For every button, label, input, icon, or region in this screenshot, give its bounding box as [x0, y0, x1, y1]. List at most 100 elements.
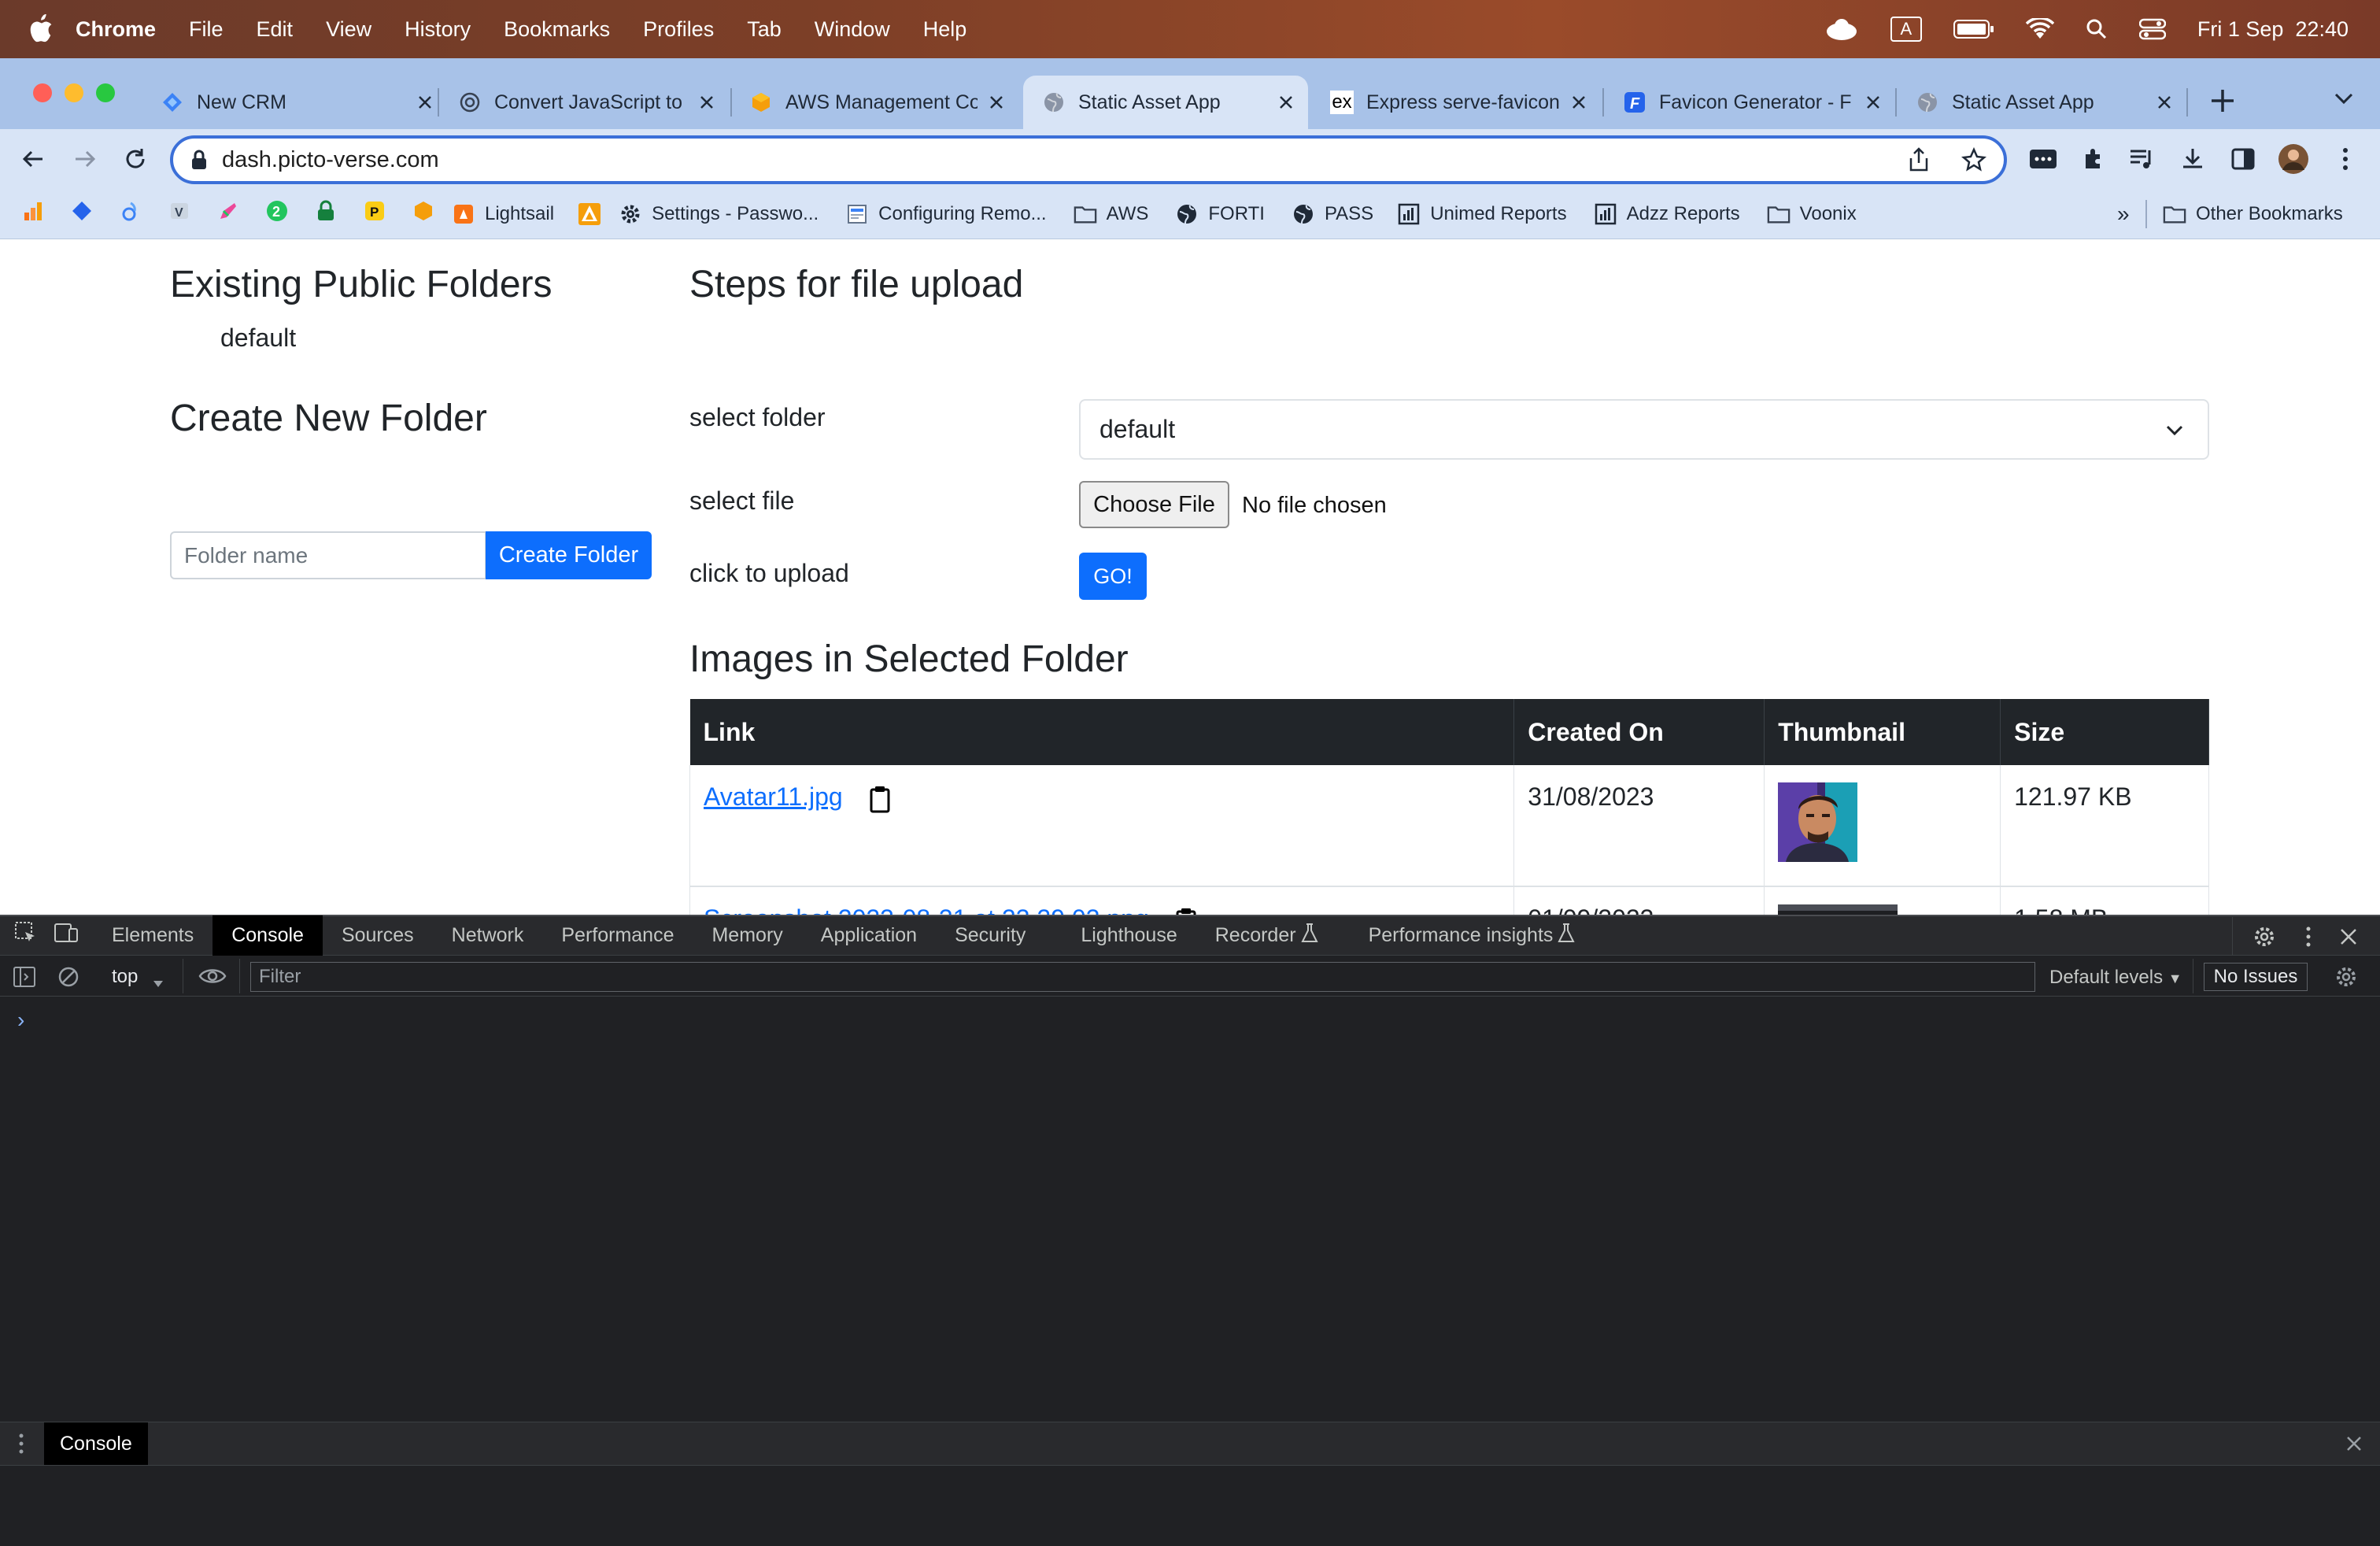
file-link[interactable]: Screenshot 2023-08-31 at 23.29.03.png	[704, 904, 1149, 915]
bookmark-configuring-remote[interactable]: Configuring Remo...	[845, 202, 1047, 226]
bookmark-pass[interactable]: PASS	[1292, 202, 1373, 226]
zoom-window-button[interactable]	[96, 83, 115, 102]
battery-icon[interactable]	[1953, 19, 1994, 39]
password-manager-icon[interactable]	[2027, 143, 2059, 175]
bookmark-forti[interactable]: FORTI	[1175, 202, 1265, 226]
devtools-tab-console[interactable]: Console	[213, 915, 323, 956]
bookmark-other-bookmarks[interactable]: Other Bookmarks	[2163, 202, 2343, 226]
clear-console-icon[interactable]	[57, 965, 80, 994]
close-tab-icon[interactable]	[985, 91, 1007, 113]
devtools-tab-sources[interactable]: Sources	[323, 915, 433, 956]
device-toolbar-icon[interactable]	[54, 921, 79, 950]
tab-static-asset-app[interactable]: Static Asset App	[1916, 76, 2175, 129]
menubar-clock[interactable]: Fri 1 Sep 22:40	[2197, 17, 2349, 42]
new-tab-button[interactable]	[2208, 87, 2237, 119]
context-selector[interactable]: top	[112, 966, 138, 988]
profile-avatar[interactable]	[2278, 143, 2309, 175]
devtools-tab-security[interactable]: Security	[936, 915, 1044, 956]
clipboard-copy-icon[interactable]	[869, 785, 891, 813]
thumbnail-image[interactable]	[1778, 904, 1898, 915]
minimize-window-button[interactable]	[65, 83, 83, 102]
console-sidebar-icon[interactable]	[13, 965, 36, 994]
address-url[interactable]: dash.picto-verse.com	[222, 147, 1908, 173]
close-window-button[interactable]	[33, 83, 52, 102]
back-button[interactable]	[17, 143, 49, 175]
tab-favicon-generator[interactable]: F Favicon Generator - F	[1623, 76, 1884, 129]
close-tab-icon[interactable]	[696, 91, 718, 113]
p-bookmark-icon[interactable]: P	[364, 200, 386, 227]
downloads-icon[interactable]	[2177, 143, 2208, 175]
log-levels-dropdown[interactable]: Default levels ▼	[2049, 967, 2182, 989]
file-link[interactable]: Avatar11.jpg	[704, 782, 843, 811]
bookmark-folder-voonix[interactable]: Voonix	[1767, 202, 1857, 226]
input-source-icon[interactable]: A	[1890, 17, 1922, 42]
tab-static-asset-app-active[interactable]: Static Asset App	[1023, 76, 1308, 129]
lock-bookmark-icon[interactable]	[315, 200, 337, 227]
lock-icon[interactable]	[190, 149, 208, 171]
tab-express-serve-favicon[interactable]: ex Express serve-favicon	[1330, 76, 1590, 129]
go-upload-button[interactable]: GO!	[1079, 553, 1147, 600]
menu-file[interactable]: File	[189, 17, 224, 42]
bookmark-folder-aws[interactable]: AWS	[1074, 202, 1148, 226]
inspect-element-icon[interactable]	[14, 921, 38, 950]
bookmark-star-icon[interactable]	[1961, 147, 1986, 172]
devtools-tab-recorder[interactable]: Recorder	[1196, 915, 1301, 956]
cloud-status-icon[interactable]	[1824, 17, 1859, 41]
thumbnail-image[interactable]	[1778, 782, 1858, 862]
spotlight-search-icon[interactable]	[2086, 18, 2108, 40]
devtools-tab-performance-insights[interactable]: Performance insights	[1350, 915, 1558, 956]
v-bookmark-icon[interactable]: V	[168, 200, 190, 227]
tab-search-chevron-icon[interactable]	[2333, 91, 2355, 111]
analytics-bookmark-icon[interactable]	[22, 200, 44, 227]
number-two-bookmark-icon[interactable]: 2	[266, 200, 288, 227]
choose-file-button[interactable]: Choose File	[1079, 481, 1229, 528]
clipboard-copy-icon[interactable]	[1175, 907, 1197, 915]
console-settings-icon[interactable]	[2334, 965, 2358, 994]
devtools-tab-performance[interactable]: Performance	[542, 915, 693, 956]
console-prompt[interactable]: ›	[17, 1008, 24, 1033]
menu-bookmarks[interactable]: Bookmarks	[504, 17, 610, 42]
devtools-close-icon[interactable]	[2339, 927, 2358, 952]
reload-button[interactable]	[120, 143, 151, 175]
wifi-icon[interactable]	[2025, 18, 2054, 40]
folder-name-input[interactable]	[170, 531, 486, 579]
close-tab-icon[interactable]	[2153, 91, 2175, 113]
close-tab-icon[interactable]	[414, 91, 436, 113]
devtools-tab-memory[interactable]: Memory	[693, 915, 801, 956]
bookmark-unimed-reports[interactable]: Unimed Reports	[1397, 202, 1567, 226]
tab-new-crm[interactable]: New CRM	[161, 76, 436, 129]
address-bar[interactable]: dash.picto-verse.com	[170, 135, 2007, 184]
bookmarks-overflow-button[interactable]: »	[2117, 202, 2130, 227]
create-folder-button[interactable]: Create Folder	[486, 531, 652, 579]
bookmark-settings-passwords[interactable]: Settings - Passwo...	[619, 202, 819, 226]
pen-bookmark-icon[interactable]	[217, 200, 239, 227]
bookmark-orange-grid[interactable]	[578, 202, 601, 226]
drawer-close-icon[interactable]	[2345, 1435, 2363, 1458]
drawer-console-area[interactable]	[0, 1466, 2380, 1546]
menu-window[interactable]: Window	[815, 17, 890, 42]
menu-tab[interactable]: Tab	[747, 17, 782, 42]
menu-help[interactable]: Help	[923, 17, 967, 42]
side-panel-icon[interactable]	[2227, 143, 2259, 175]
tab-convert-javascript[interactable]: Convert JavaScript to	[458, 76, 718, 129]
menu-history[interactable]: History	[405, 17, 471, 42]
link-bookmark-icon[interactable]	[120, 200, 142, 227]
tab-aws-management[interactable]: AWS Management Co	[749, 76, 1007, 129]
folder-list-item[interactable]: default	[220, 324, 296, 353]
forward-button[interactable]	[69, 143, 101, 175]
devtools-more-icon[interactable]	[2304, 925, 2312, 954]
control-center-icon[interactable]	[2138, 18, 2166, 40]
folder-select[interactable]: default	[1079, 399, 2209, 460]
devtools-tab-lighthouse[interactable]: Lighthouse	[1062, 915, 1196, 956]
aws-bookmark-icon[interactable]	[412, 200, 434, 227]
devtools-tab-elements[interactable]: Elements	[93, 915, 213, 956]
menu-view[interactable]: View	[326, 17, 371, 42]
extensions-icon[interactable]	[2078, 143, 2109, 175]
devtools-tab-network[interactable]: Network	[433, 915, 543, 956]
menu-edit[interactable]: Edit	[257, 17, 294, 42]
menu-profiles[interactable]: Profiles	[643, 17, 714, 42]
live-expression-eye-icon[interactable]	[198, 967, 227, 991]
bookmark-lightsail[interactable]: Lightsail	[452, 202, 554, 226]
close-tab-icon[interactable]	[1568, 91, 1590, 113]
bookmark-adzz-reports[interactable]: Adzz Reports	[1594, 202, 1740, 226]
